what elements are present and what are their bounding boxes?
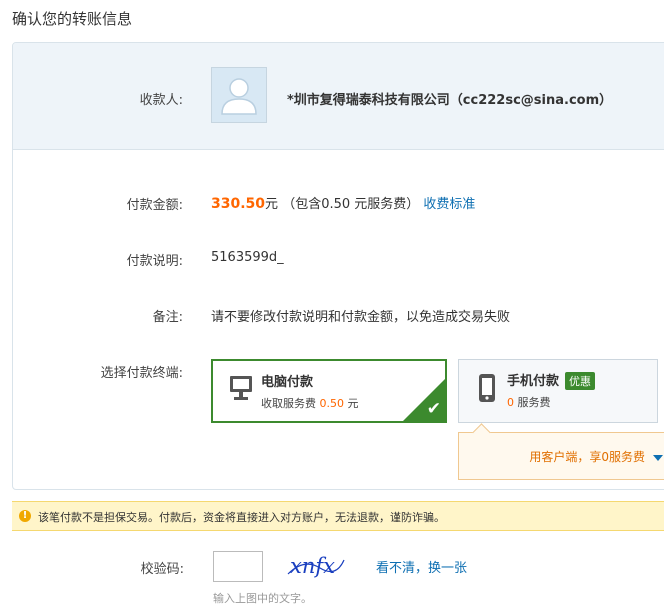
client-promo-text: 用客户端，享0服务费: [529, 450, 645, 464]
terminal-label: 选择付款终端:: [100, 366, 183, 381]
pc-payment-fee-line: 收取服务费 0.50 元: [261, 395, 359, 411]
amount-label: 付款金额:: [126, 198, 183, 213]
mobile-fee-value: 0: [507, 396, 514, 409]
chevron-down-icon[interactable]: [653, 455, 663, 461]
captcha-hint: 输入上图中的文字。: [213, 592, 312, 605]
mobile-payment-title-row: 手机付款 优惠: [507, 370, 596, 390]
monitor-icon: [230, 376, 252, 400]
amount-row: 330.50元 （包含0.50 元服务费） 收费标准: [211, 193, 475, 212]
pc-fee-suffix: 元: [347, 397, 359, 410]
captcha-image-text: xnfx: [290, 554, 335, 578]
tooltip-arrow: [472, 423, 491, 442]
client-promo-tooltip[interactable]: 用客户端，享0服务费: [458, 423, 664, 480]
warning-text: 该笔付款不是担保交易。付款后，资金将直接进入对方账户，无法退款，谨防诈骗。: [38, 511, 445, 524]
payee-section: 收款人: *圳市复得瑞泰科技有限公司（cc222sc@sina.com）: [13, 43, 664, 150]
mobile-fee-suffix: 服务费: [517, 396, 551, 409]
pc-fee-value: 0.50: [319, 397, 345, 410]
page-title: 确认您的转账信息: [12, 10, 133, 28]
mobile-payment-fee-line: 0 服务费: [507, 394, 551, 410]
mobile-phone-icon: [479, 374, 495, 402]
remark-label: 备注:: [152, 310, 183, 325]
amount-value: 330.50: [211, 196, 266, 212]
pc-fee-prefix: 收取服务费: [261, 397, 316, 410]
captcha-refresh-link[interactable]: 看不清，换一张: [376, 557, 467, 576]
payee-name: *圳市复得瑞泰科技有限公司（cc222sc@sina.com）: [287, 93, 613, 108]
payee-label: 收款人:: [139, 93, 183, 108]
pc-payment-title: 电脑付款: [261, 375, 314, 390]
transfer-info-panel: 收款人: *圳市复得瑞泰科技有限公司（cc222sc@sina.com） 付款金…: [12, 42, 664, 490]
memo-label: 付款说明:: [126, 254, 183, 269]
amount-unit: 元: [265, 197, 279, 212]
user-icon: [221, 78, 257, 115]
fee-standard-link[interactable]: 收费标准: [423, 197, 475, 212]
check-icon: ✔: [426, 399, 441, 419]
memo-value: 5163599d_: [211, 250, 284, 265]
remark-value: 请不要修改付款说明和付款金额，以免造成交易失败: [211, 310, 511, 325]
warning-icon: !: [19, 510, 31, 522]
captcha-input[interactable]: [213, 551, 263, 582]
warning-bar: ! 该笔付款不是担保交易。付款后，资金将直接进入对方账户，无法退款，谨防诈骗。: [12, 501, 664, 531]
captcha-image[interactable]: xnfx: [286, 550, 346, 582]
mobile-payment-option[interactable]: 手机付款 优惠 0 服务费: [458, 359, 658, 423]
captcha-label: 校验码:: [140, 562, 184, 577]
discount-badge: 优惠: [565, 372, 596, 390]
fee-note: （包含0.50 元服务费）: [282, 197, 420, 212]
mobile-payment-title: 手机付款: [507, 374, 560, 389]
pc-payment-option[interactable]: 电脑付款 收取服务费 0.50 元 ✔: [211, 359, 447, 423]
avatar: [211, 67, 267, 123]
